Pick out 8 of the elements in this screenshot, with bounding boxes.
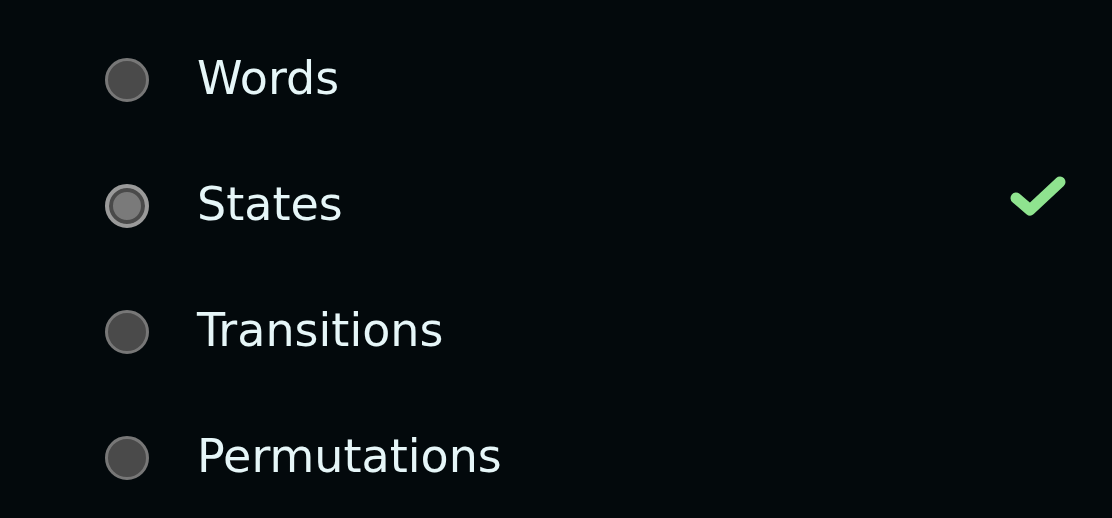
radio-button[interactable] [105,310,149,354]
radio-button[interactable] [105,184,149,228]
option-label: Permutations [197,428,502,485]
option-label: Words [197,50,340,107]
radio-button[interactable] [105,58,149,102]
option-label: States [197,176,343,233]
option-label: Transitions [197,302,444,359]
radio-button[interactable] [105,436,149,480]
